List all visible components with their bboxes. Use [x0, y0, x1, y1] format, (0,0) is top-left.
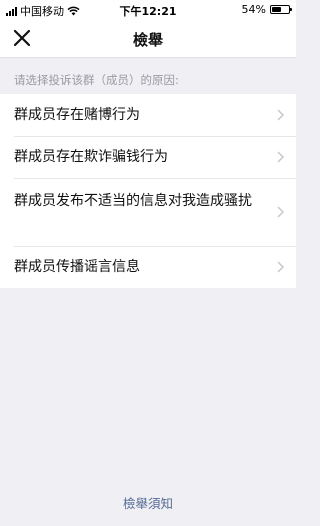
chevron-right-icon	[277, 109, 284, 121]
battery-fill	[272, 7, 281, 12]
reason-label: 群成员存在欺诈骗钱行为	[14, 149, 168, 165]
page-title: 檢舉	[132, 31, 163, 49]
chevron-right-icon	[277, 151, 284, 163]
status-right: 54%	[241, 3, 292, 16]
chevron-right-icon	[277, 261, 284, 273]
reason-label: 群成员存在赌博行为	[14, 107, 140, 123]
reason-label: 群成员发布不适当的信息对我造成骚扰	[14, 193, 252, 209]
reason-harassment[interactable]: 群成员发布不适当的信息对我造成骚扰	[0, 178, 296, 246]
chevron-right-icon	[277, 206, 284, 218]
battery-tip	[290, 8, 292, 11]
battery-percent: 54%	[241, 3, 266, 16]
reason-gambling[interactable]: 群成员存在赌博行为	[0, 94, 296, 136]
reason-label: 群成员传播谣言信息	[14, 259, 140, 275]
reason-hint: 请选择投诉该群（成员）的原因:	[14, 73, 179, 87]
reason-list: 群成员存在赌博行为 群成员存在欺诈骗钱行为 群成员发布不适当的信息对我造成骚扰 …	[0, 94, 296, 288]
battery-icon	[270, 5, 292, 14]
reason-fraud[interactable]: 群成员存在欺诈骗钱行为	[0, 136, 296, 178]
status-bar: 中国移动 下午12:21 54%	[0, 0, 296, 20]
navigation-bar: 檢舉	[0, 20, 296, 58]
reason-rumors[interactable]: 群成员传播谣言信息	[0, 246, 296, 288]
report-guidelines-link[interactable]: 檢舉須知	[0, 493, 296, 512]
